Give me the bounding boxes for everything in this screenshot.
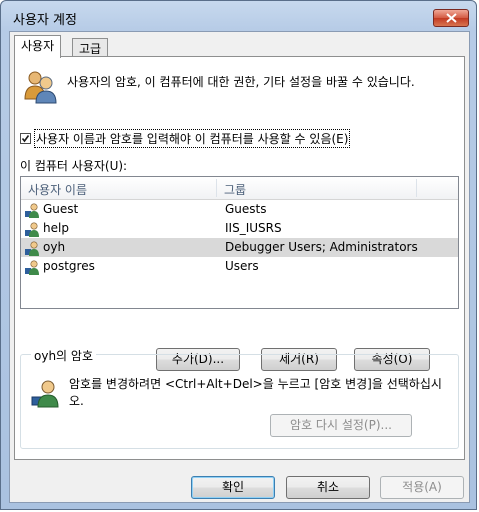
dialog-client: 사용자 고급 사용자의 암호, 이 컴퓨터에 대한 권한, 기타 설정을 바꿀 … bbox=[9, 31, 470, 503]
dialog-window: 사용자 계정 사용자 고급 사용자의 암호, 이 컴퓨터에 대한 권한, 기타 … bbox=[0, 0, 477, 510]
list-header: 사용자 이름 그룹 bbox=[21, 177, 458, 200]
table-row[interactable]: help IIS_IUSRS bbox=[21, 219, 458, 238]
title-bar[interactable]: 사용자 계정 bbox=[1, 1, 476, 31]
tab-users[interactable]: 사용자 bbox=[14, 35, 62, 58]
user-group-cell: Guests bbox=[225, 202, 267, 216]
user-icon bbox=[25, 260, 39, 275]
users-list-label: 이 컴퓨터 사용자(U): bbox=[20, 159, 128, 173]
user-icon bbox=[25, 222, 39, 237]
description-text: 사용자의 암호, 이 컴퓨터에 대한 권한, 기타 설정을 바꿀 수 있습니다. bbox=[67, 75, 415, 89]
tab-users-label: 사용자 bbox=[21, 39, 55, 53]
user-icon bbox=[25, 203, 39, 218]
user-key-icon bbox=[31, 380, 59, 408]
column-header-group[interactable]: 그룹 bbox=[224, 181, 246, 198]
require-login-label[interactable]: 사용자 이름과 암호를 입력해야 이 컴퓨터를 사용할 수 있음(E) bbox=[34, 129, 351, 148]
require-login-row[interactable]: 사용자 이름과 암호를 입력해야 이 컴퓨터를 사용할 수 있음(E) bbox=[20, 129, 351, 148]
reset-password-button[interactable]: 암호 다시 설정(P)... bbox=[270, 414, 412, 437]
table-row[interactable]: oyh Debugger Users; Administrators bbox=[21, 238, 458, 257]
password-instructions: 암호를 변경하려면 <Ctrl+Alt+Del>을 누르고 [암호 변경]을 선… bbox=[69, 377, 442, 408]
user-name-cell: postgres bbox=[43, 259, 95, 273]
column-divider[interactable] bbox=[416, 179, 417, 197]
table-row[interactable]: Guest Guests bbox=[21, 200, 458, 219]
tab-advanced[interactable]: 고급 bbox=[72, 38, 109, 58]
tab-panel-users: 사용자의 암호, 이 컴퓨터에 대한 권한, 기타 설정을 바꿀 수 있습니다.… bbox=[14, 56, 465, 460]
apply-button[interactable]: 적용(A) bbox=[380, 476, 464, 499]
users-icon bbox=[24, 71, 57, 104]
close-button[interactable] bbox=[433, 9, 469, 27]
close-icon bbox=[446, 13, 457, 23]
table-row[interactable]: postgres Users bbox=[21, 257, 458, 276]
password-group-title: oyh의 암호 bbox=[31, 347, 96, 364]
user-name-cell: Guest bbox=[43, 202, 79, 216]
checkmark-icon bbox=[21, 135, 30, 143]
cancel-button[interactable]: 취소 bbox=[286, 476, 370, 499]
user-name-cell: oyh bbox=[43, 240, 66, 254]
tab-advanced-label: 고급 bbox=[79, 42, 102, 56]
require-login-checkbox[interactable] bbox=[20, 133, 31, 144]
column-divider[interactable] bbox=[216, 179, 217, 197]
user-group-cell: Debugger Users; Administrators bbox=[225, 240, 418, 254]
user-group-cell: Users bbox=[225, 259, 259, 273]
window-title: 사용자 계정 bbox=[13, 13, 77, 28]
column-header-username[interactable]: 사용자 이름 bbox=[28, 181, 87, 198]
user-name-cell: help bbox=[43, 221, 69, 235]
user-group-cell: IIS_IUSRS bbox=[225, 221, 282, 235]
users-listview[interactable]: 사용자 이름 그룹 Guest Guests help IIS_IUSRSoyh Deb… bbox=[20, 176, 459, 309]
ok-button[interactable]: 확인 bbox=[191, 476, 275, 499]
user-icon bbox=[25, 241, 39, 256]
